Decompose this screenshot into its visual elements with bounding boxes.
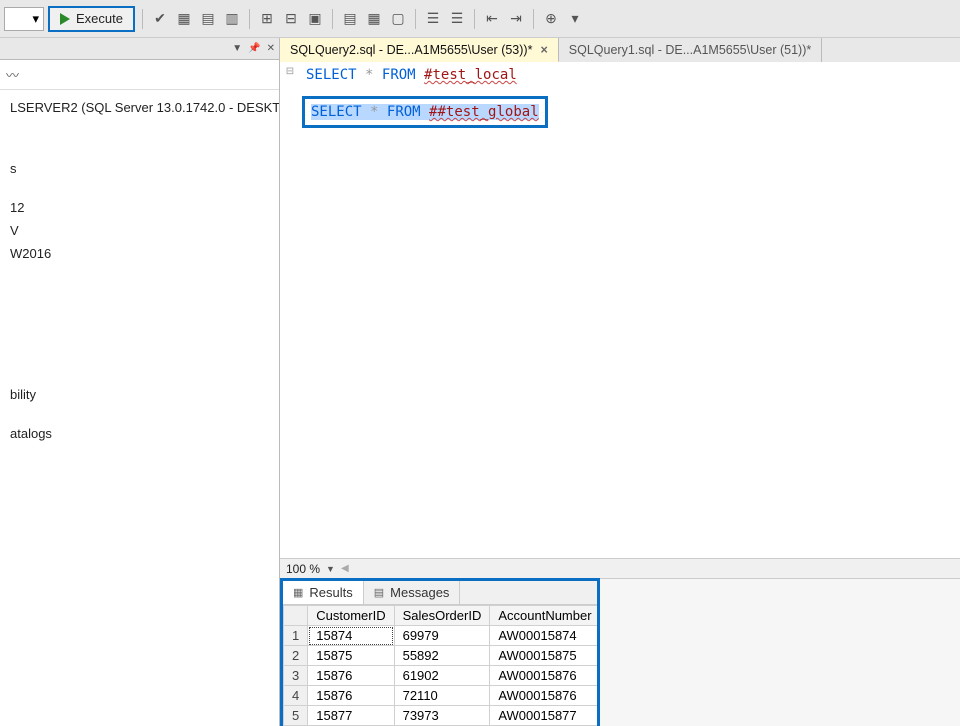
- editor-tabs: SQLQuery2.sql - DE...A1M5655\User (53))*…: [280, 38, 960, 62]
- header-row: CustomerID SalesOrderID AccountNumber: [284, 606, 598, 626]
- cell[interactable]: 15874: [308, 626, 394, 646]
- cell[interactable]: AW00015875: [490, 646, 597, 666]
- intellisense-icon[interactable]: ⊕: [541, 9, 561, 29]
- toolbar-separator: [533, 9, 534, 29]
- cell[interactable]: 72110: [394, 686, 490, 706]
- cell[interactable]: AW00015876: [490, 686, 597, 706]
- selected-query-highlight: SELECT * FROM ##test_global: [302, 96, 548, 128]
- indent-icon[interactable]: ▦: [364, 9, 384, 29]
- database-dropdown[interactable]: ▾: [4, 7, 44, 31]
- results-filler: [600, 578, 960, 726]
- pin-icon[interactable]: 📌: [248, 43, 260, 54]
- table-row[interactable]: 3 15876 61902 AW00015876: [284, 666, 598, 686]
- close-icon[interactable]: ×: [540, 43, 547, 57]
- fold-gutter[interactable]: ⊟: [284, 66, 296, 77]
- tree-item[interactable]: W2016: [4, 242, 279, 265]
- toolbar-separator: [332, 9, 333, 29]
- cell[interactable]: 69979: [394, 626, 490, 646]
- table-row[interactable]: 4 15876 72110 AW00015876: [284, 686, 598, 706]
- messages-icon: ▤: [374, 586, 384, 599]
- results-pane: ▦ Results ▤ Messages CustomerID Sales: [280, 578, 600, 726]
- tab-results[interactable]: ▦ Results: [283, 581, 364, 604]
- server-node[interactable]: LSERVER2 (SQL Server 13.0.1742.0 - DESKT…: [4, 96, 279, 119]
- row-number: 4: [284, 686, 308, 706]
- code-editor[interactable]: ⊟ SELECT * FROM #test_local SELECT * FRO…: [280, 62, 960, 558]
- zoom-value[interactable]: 100 %: [286, 562, 320, 576]
- toolbar-separator: [142, 9, 143, 29]
- tab-label: SQLQuery2.sql - DE...A1M5655\User (53))*: [290, 43, 532, 57]
- tree-item[interactable]: bility: [4, 383, 279, 406]
- row-number: 3: [284, 666, 308, 686]
- stats-icon[interactable]: ▣: [305, 9, 325, 29]
- overflow-icon[interactable]: ▾: [565, 9, 585, 29]
- object-explorer-toolbar: 〰: [0, 60, 279, 90]
- object-tree[interactable]: LSERVER2 (SQL Server 13.0.1742.0 - DESKT…: [0, 90, 279, 445]
- tree-item[interactable]: 12: [4, 196, 279, 219]
- tab-label: Messages: [390, 585, 449, 600]
- row-number: 5: [284, 706, 308, 726]
- save-icon[interactable]: ▥: [222, 9, 242, 29]
- editor-column: SQLQuery2.sql - DE...A1M5655\User (53))*…: [280, 38, 960, 726]
- code-line-2[interactable]: SELECT * FROM ##test_global: [311, 104, 539, 120]
- toolbar-separator: [249, 9, 250, 29]
- code-line-1[interactable]: SELECT * FROM #test_local: [306, 66, 960, 84]
- dropdown-icon[interactable]: ▼: [232, 43, 242, 54]
- panel-header: ▼ 📌 ✕: [0, 38, 279, 60]
- results-grid[interactable]: CustomerID SalesOrderID AccountNumber 1 …: [283, 605, 597, 726]
- execute-button[interactable]: Execute: [48, 6, 135, 32]
- indent-icon[interactable]: ▤: [340, 9, 360, 29]
- grid-icon[interactable]: ▦: [174, 9, 194, 29]
- grid-icon[interactable]: ▤: [198, 9, 218, 29]
- tab-label: SQLQuery1.sql - DE...A1M5655\User (51))*: [569, 43, 811, 57]
- cell[interactable]: 15876: [308, 686, 394, 706]
- table-row[interactable]: 2 15875 55892 AW00015875: [284, 646, 598, 666]
- cell[interactable]: 15875: [308, 646, 394, 666]
- object-explorer-panel: ▼ 📌 ✕ 〰 LSERVER2 (SQL Server 13.0.1742.0…: [0, 38, 280, 726]
- cell[interactable]: 15876: [308, 666, 394, 686]
- plan-icon[interactable]: ⊟: [281, 9, 301, 29]
- comment-icon[interactable]: ▢: [388, 9, 408, 29]
- plan-icon[interactable]: ⊞: [257, 9, 277, 29]
- dropdown-icon[interactable]: ▼: [326, 564, 335, 574]
- zoom-bar: 100 % ▼ ◀: [280, 558, 960, 578]
- connect-icon[interactable]: 〰: [6, 65, 19, 84]
- tab-label: Results: [309, 585, 352, 600]
- tab-messages[interactable]: ▤ Messages: [364, 581, 461, 604]
- cell[interactable]: AW00015877: [490, 706, 597, 726]
- tree-item[interactable]: V: [4, 219, 279, 242]
- checkmark-icon[interactable]: ✔: [150, 9, 170, 29]
- cell[interactable]: 73973: [394, 706, 490, 726]
- main-toolbar: ▾ Execute ✔ ▦ ▤ ▥ ⊞ ⊟ ▣ ▤ ▦ ▢ ☰ ☰ ⇤ ⇥ ⊕ …: [0, 0, 960, 38]
- toolbar-separator: [415, 9, 416, 29]
- execute-label: Execute: [76, 11, 123, 26]
- results-tabs: ▦ Results ▤ Messages: [283, 581, 597, 605]
- table-row[interactable]: 5 15877 73973 AW00015877: [284, 706, 598, 726]
- col-salesorderid[interactable]: SalesOrderID: [394, 606, 490, 626]
- rownum-header: [284, 606, 308, 626]
- col-customerid[interactable]: CustomerID: [308, 606, 394, 626]
- tab-sqlquery1[interactable]: SQLQuery1.sql - DE...A1M5655\User (51))*: [559, 38, 822, 62]
- col-accountnumber[interactable]: AccountNumber: [490, 606, 597, 626]
- outdent-icon[interactable]: ⇤: [482, 9, 502, 29]
- cell[interactable]: 15877: [308, 706, 394, 726]
- tree-item[interactable]: s: [4, 157, 279, 180]
- tree-item[interactable]: atalogs: [4, 422, 279, 445]
- scroll-left-icon[interactable]: ◀: [341, 563, 349, 574]
- close-icon[interactable]: ✕: [267, 43, 275, 54]
- toolbar-separator: [474, 9, 475, 29]
- tab-sqlquery2[interactable]: SQLQuery2.sql - DE...A1M5655\User (53))*…: [280, 38, 559, 62]
- cell[interactable]: 61902: [394, 666, 490, 686]
- indent-right-icon[interactable]: ☰: [447, 9, 467, 29]
- row-number: 1: [284, 626, 308, 646]
- cell[interactable]: AW00015874: [490, 626, 597, 646]
- row-number: 2: [284, 646, 308, 666]
- cell[interactable]: 55892: [394, 646, 490, 666]
- cell[interactable]: AW00015876: [490, 666, 597, 686]
- grid-icon: ▦: [293, 586, 303, 599]
- indent-icon[interactable]: ⇥: [506, 9, 526, 29]
- indent-left-icon[interactable]: ☰: [423, 9, 443, 29]
- play-icon: [60, 13, 70, 25]
- table-row[interactable]: 1 15874 69979 AW00015874: [284, 626, 598, 646]
